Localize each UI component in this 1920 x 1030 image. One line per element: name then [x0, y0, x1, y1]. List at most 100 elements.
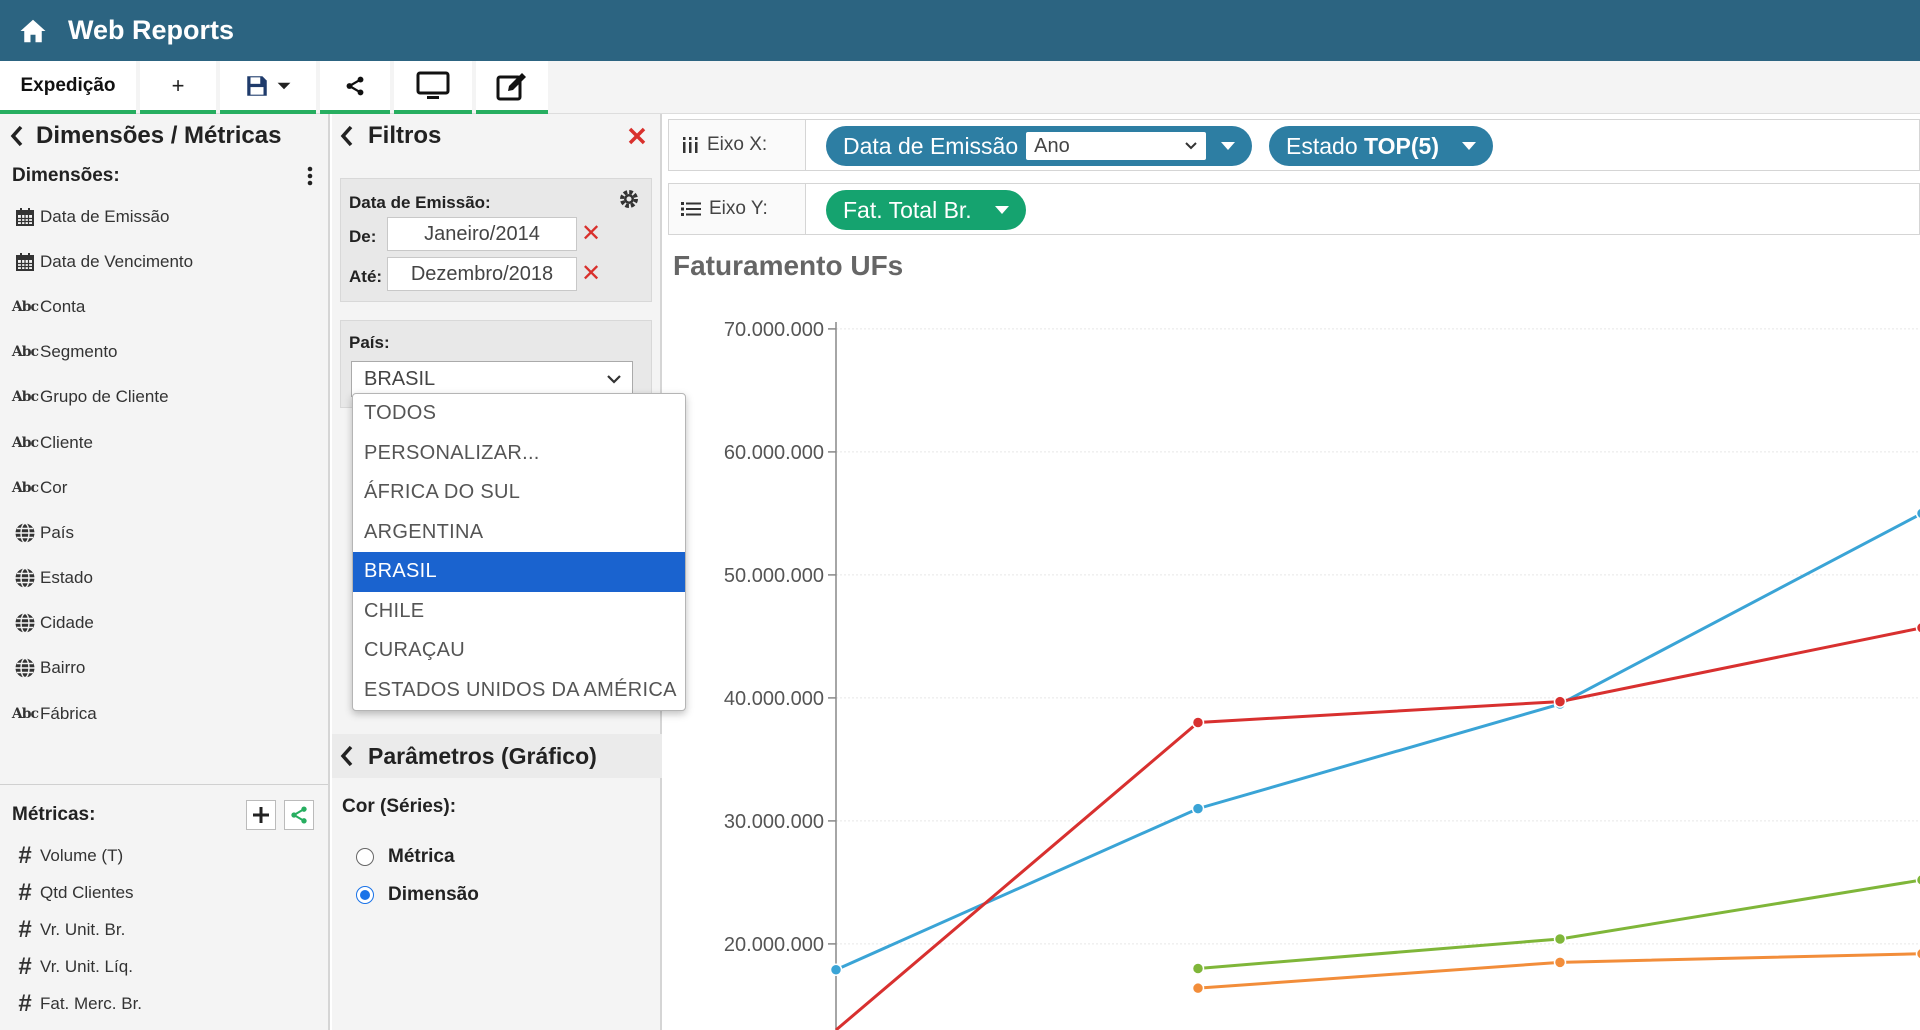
- dimension-item[interactable]: Abc Conta: [0, 284, 328, 329]
- metric-item[interactable]: # Fat. Merc. Br.: [0, 985, 328, 1022]
- dropdown-option[interactable]: ARGENTINA: [353, 513, 685, 553]
- radio-label: Métrica: [388, 846, 455, 867]
- caret-down-icon: [994, 206, 1009, 214]
- data-point: [1191, 802, 1205, 815]
- pill-fat-total[interactable]: Fat. Total Br.: [826, 190, 1026, 230]
- data-point: [1553, 956, 1567, 969]
- metrics-label: Métricas:: [12, 804, 96, 825]
- dimension-item[interactable]: Abc Fábrica: [0, 691, 328, 736]
- abc-icon: Abc: [11, 705, 39, 722]
- chevron-left-icon[interactable]: [10, 125, 24, 147]
- chevron-left-icon[interactable]: [340, 125, 354, 147]
- globe-icon: [14, 567, 36, 589]
- from-date-input[interactable]: Janeiro/2014: [387, 217, 577, 251]
- radio-dimensao[interactable]: Dimensão: [356, 884, 479, 906]
- chevron-down-icon: [1185, 142, 1197, 150]
- dimension-label: Segmento: [40, 342, 118, 362]
- radio-label: Dimensão: [388, 884, 479, 905]
- dimension-label: Cor: [40, 477, 68, 497]
- metric-item[interactable]: # Qtd Clientes: [0, 874, 328, 911]
- chart-title: Faturamento UFs: [673, 250, 904, 281]
- data-point: [829, 963, 843, 976]
- y-tick-label: 50.000.000: [724, 565, 824, 587]
- home-icon[interactable]: [18, 16, 48, 46]
- metric-label: Vr. Unit. Br.: [40, 919, 126, 939]
- add-tab-button[interactable]: +: [140, 61, 216, 114]
- dimension-item[interactable]: Estado: [0, 556, 328, 601]
- app-header: Web Reports: [0, 0, 1920, 61]
- gear-icon[interactable]: [617, 187, 641, 211]
- dropdown-option[interactable]: CURAÇAU: [353, 631, 685, 671]
- columns-icon: [683, 137, 698, 153]
- share-icon: [291, 806, 307, 824]
- radio-button[interactable]: [356, 886, 374, 904]
- data-point: [1191, 962, 1205, 975]
- plus-icon: [253, 807, 269, 823]
- tab-expedicao[interactable]: Expedição: [0, 61, 136, 114]
- clear-to-date-icon[interactable]: ✕: [581, 259, 601, 288]
- dimension-item[interactable]: Cidade: [0, 601, 328, 646]
- presentation-button[interactable]: [394, 61, 472, 114]
- y-tick-label: 70.000.000: [724, 319, 824, 341]
- to-date-input[interactable]: Dezembro/2018: [387, 257, 577, 291]
- abc-icon: Abc: [11, 344, 39, 361]
- dropdown-option[interactable]: CHILE: [353, 592, 685, 632]
- chevron-left-icon[interactable]: [340, 745, 354, 767]
- save-dropdown-button[interactable]: [220, 61, 316, 114]
- pill-estado[interactable]: Estado TOP(5): [1269, 126, 1493, 166]
- dimension-item[interactable]: Abc Cor: [0, 465, 328, 510]
- dimension-label: País: [40, 522, 75, 542]
- period-select[interactable]: Ano: [1026, 132, 1207, 160]
- dimension-label: Fábrica: [40, 703, 97, 723]
- x-axis-label: Eixo X:: [707, 134, 768, 155]
- dropdown-option[interactable]: TODOS: [353, 394, 685, 434]
- data-point: [1553, 932, 1567, 946]
- dropdown-option[interactable]: PERSONALIZAR...: [353, 434, 685, 474]
- params-panel-header[interactable]: Parâmetros (Gráfico): [332, 734, 662, 778]
- dimension-item[interactable]: Abc Grupo de Cliente: [0, 375, 328, 420]
- share-button[interactable]: [320, 61, 390, 114]
- share-metric-button[interactable]: [284, 800, 314, 830]
- radio-metrica[interactable]: Métrica: [356, 846, 455, 868]
- dimension-label: Data de Emissão: [40, 206, 170, 226]
- dimension-item[interactable]: Bairro: [0, 646, 328, 691]
- edit-button[interactable]: [476, 61, 548, 114]
- hash-icon: #: [18, 952, 32, 980]
- radio-button[interactable]: [356, 848, 374, 866]
- metric-label: Fat. Merc. Br.: [40, 993, 143, 1013]
- calendar-icon: [14, 206, 36, 228]
- dropdown-option[interactable]: ÁFRICA DO SUL: [353, 473, 685, 513]
- close-icon[interactable]: [628, 127, 646, 145]
- country-select-value: BRASIL: [364, 367, 436, 390]
- metric-label: Qtd Clientes: [40, 882, 134, 902]
- metric-label: Vr. Unit. Líq.: [40, 956, 133, 976]
- dropdown-option[interactable]: BRASIL: [353, 552, 685, 592]
- dimension-item[interactable]: Abc Segmento: [0, 330, 328, 375]
- metric-item[interactable]: # Volume (T): [0, 837, 328, 874]
- period-select-value: Ano: [1034, 134, 1070, 157]
- divider: [0, 784, 328, 785]
- pill-data-emissao[interactable]: Data de Emissão Ano: [826, 126, 1253, 166]
- abc-icon: Abc: [11, 389, 39, 406]
- dimensions-panel: Dimensões / Métricas Dimensões: Data de …: [0, 114, 330, 1030]
- abc-icon: Abc: [11, 298, 39, 315]
- add-metric-button[interactable]: [246, 800, 276, 830]
- country-select[interactable]: BRASIL: [351, 361, 633, 397]
- country-dropdown-list: TODOS PERSONALIZAR... ÁFRICA DO SUL ARGENTI…: [352, 393, 686, 711]
- metric-item[interactable]: # Vr. Unit. Br.: [0, 911, 328, 948]
- dimension-item[interactable]: País: [0, 510, 328, 555]
- country-filter-label: País:: [349, 333, 390, 352]
- clear-from-date-icon[interactable]: ✕: [581, 219, 601, 248]
- dropdown-option[interactable]: ESTADOS UNIDOS DA AMÉRICA: [353, 671, 685, 711]
- dimension-label: Cidade: [40, 613, 94, 633]
- more-vertical-icon[interactable]: [306, 165, 314, 187]
- metrics-list: # Volume (T) # Qtd Clientes # Vr. Unit. Br. # V…: [0, 837, 328, 1022]
- metric-item[interactable]: # Vr. Unit. Líq.: [0, 948, 328, 985]
- app-title: Web Reports: [68, 15, 235, 45]
- dimension-item[interactable]: Abc Cliente: [0, 420, 328, 465]
- globe-icon: [14, 612, 36, 634]
- dimension-item[interactable]: Data de Vencimento: [0, 239, 328, 284]
- pill-label-bold: TOP(5): [1364, 132, 1439, 159]
- dimension-item[interactable]: Data de Emissão: [0, 194, 328, 239]
- globe-icon: [14, 522, 36, 544]
